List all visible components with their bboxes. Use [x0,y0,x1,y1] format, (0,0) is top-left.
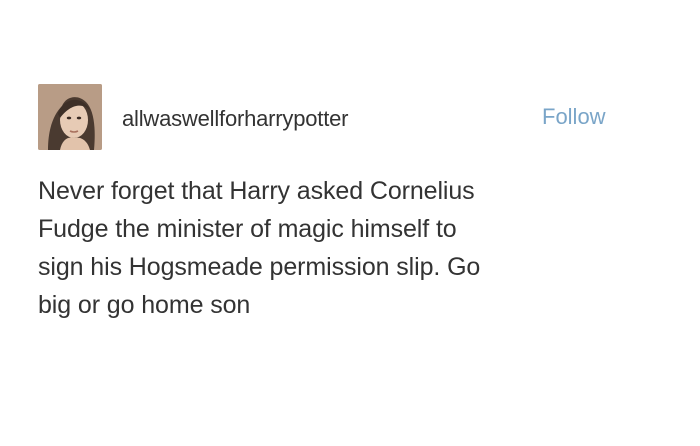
follow-button[interactable]: Follow [542,104,606,130]
avatar[interactable] [38,84,102,150]
profile-photo-icon [38,84,102,150]
post-text-line: sign his Hogsmeade permission slip. Go [38,253,481,281]
tumblr-post: allwaswellforharrypotter Follow Never fo… [0,0,700,446]
username[interactable]: allwaswellforharrypotter [122,106,348,132]
post-text-line: Never forget that Harry asked Cornelius [38,177,475,205]
post-body: Never forget that Harry asked Cornelius … [38,172,648,324]
post-text-line: Fudge the minister of magic himself to [38,215,457,243]
post-text-line: big or go home son [38,291,251,319]
post-header: allwaswellforharrypotter Follow [38,84,648,152]
